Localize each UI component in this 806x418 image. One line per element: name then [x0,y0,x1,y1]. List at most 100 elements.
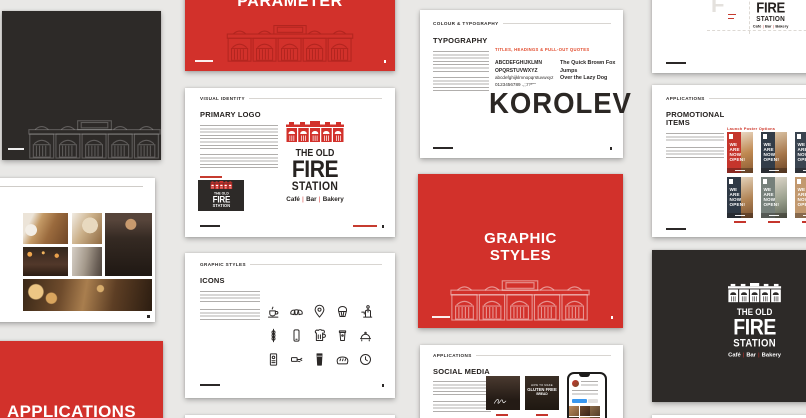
skewer-icon [266,328,281,343]
slide-photography [0,178,155,322]
photo-barista-portrait [105,213,152,276]
icon-set-grid [262,299,377,371]
logo-tagline: Café | Bar | Bakery [752,24,789,28]
measurement-note-red [728,18,734,19]
poster-logo-mark [797,134,801,139]
slide-typography: COLOUR & TYPOGRAPHY TYPOGRAPHY TITLES, H… [420,10,623,158]
clearspace-guide-h [707,30,806,31]
body-text-placeholder [200,291,260,304]
building-line-art [28,118,161,159]
page-number [147,315,150,318]
section-title: VISUAL IDENTITY [200,96,245,101]
ig-follow-button [572,399,587,403]
section-header: COLOUR & TYPOGRAPHY [433,21,611,26]
slide-promotional-items: APPLICATIONS PROMOTIONAL ITEMS Launch Po… [652,85,806,237]
ig-photo-grid [569,406,600,418]
launch-poster-3: WEARENOWOPEN! [795,132,806,173]
smartphone-icon [289,328,304,343]
logo-lockup-mini: THE OLD FIRE STATION [210,181,233,208]
section-title: APPLICATIONS [666,96,705,101]
poster-options-label: Launch Poster Options [727,126,775,131]
pint-glass-icon [312,352,327,367]
footer-microtext [433,147,453,149]
ig-profile-avatar [572,380,579,387]
ig-message-button [588,399,598,403]
logo-lockup-partial: THE OLD FIRE STATION Café | Bar | Bakery [752,0,789,29]
logo-tagline: Café | Bar | Bakery [285,196,345,203]
body-text-placeholder [200,154,278,169]
typeface-name: KOROLEV [489,90,632,119]
cloche-icon [358,328,373,343]
poster-logo-mark [729,134,733,139]
slide-icons: GRAPHIC STYLES ICONS [185,253,395,398]
photo-interior-lights [23,247,68,276]
body-text-placeholder [666,147,724,160]
slide-dark-logo: THE OLD FIRE STATION Café | Bar | Bakery [652,250,806,402]
slide-cover-dark [2,11,161,160]
logo-line-2: FIRE [289,159,342,181]
section-title: GRAPHIC STYLES [200,262,246,267]
slide-footer [433,147,612,150]
footer-microtext [195,60,213,62]
phone-mockup [567,372,607,418]
footer-microtext [666,228,686,230]
body-text-placeholder [433,51,489,73]
building-line-art [450,278,590,321]
slide-graphic-styles-cover: GRAPHIC STYLES [418,174,623,328]
slide-parameter: PARAMETER [185,0,395,71]
body-text-placeholder [200,125,278,150]
section-header: APPLICATIONS [666,96,806,101]
ig-bio-text [572,390,598,396]
measurement-note-red [728,14,736,15]
launch-poster-1: WEARENOWOPEN! [727,132,753,173]
poster-caption [802,221,806,223]
section-rule [503,23,611,24]
logo-lockup-primary: THE OLD FIRE STATION Café | Bar | Bakery [285,121,345,203]
page-number [384,60,387,63]
section-header: VISUAL IDENTITY [200,96,382,101]
section-rule [249,98,382,99]
section-title: COLOUR & TYPOGRAPHY [433,21,499,26]
section-rule [0,186,143,187]
logo-tagline: Café | Bar | Bakery [727,352,782,358]
poster-caption [768,221,780,223]
clearspace-guide-v [749,0,750,34]
slide-footer [432,316,613,319]
page-number [610,147,613,150]
poster-logo-mark [763,179,767,184]
footer-microtext [200,225,220,227]
poster-caption [734,221,746,223]
logo-building-icon [728,283,781,302]
graphic-styles-title: GRAPHIC STYLES [418,231,623,264]
body-text-placeholder [433,381,491,397]
page-number [611,316,614,319]
post-caption [536,414,548,416]
footer-microtext [200,384,220,386]
footer-microtext [432,316,450,318]
slide-primary-logo: VISUAL IDENTITY PRIMARY LOGO THE OLD FIR… [185,88,395,237]
pangram: The Quick Brown Fox Jumps Over the Lazy … [560,60,623,83]
logo-lockup-reversed: THE OLD FIRE STATION Café | Bar | Bakery [727,283,782,358]
poster-logo-mark [729,179,733,184]
bread-icon [335,352,350,367]
slide-footer [200,384,384,387]
applications-cover-title: APPLICATIONS [7,403,136,418]
poster-logo-mark [763,134,767,139]
poster-logo-mark [797,179,801,184]
card-payment-icon [289,352,304,367]
post-caption [496,414,508,416]
bartender-icon [358,304,373,319]
specimen-caps-1: ABCDEFGHIJKLMN [495,60,553,68]
type-usage-label: TITLES, HEADINGS & PULL-OUT QUOTES [495,47,589,52]
body-text-placeholder [200,309,260,322]
grid-reference-letter: F [711,0,724,16]
social-post-barista [486,376,520,410]
photo-bar-wide [23,279,152,311]
slide-heading: PRIMARY LOGO [200,111,261,119]
footer-note-red [353,225,377,227]
slide-applications-cover: APPLICATIONS [0,341,163,418]
slide-logo-construction: F THE OLD FIRE STATION Café | Bar | Bake… [652,0,806,73]
menu-icon [266,352,281,367]
reversed-logo-box: THE OLD FIRE STATION [198,180,244,211]
slide-social-media: APPLICATIONS SOCIAL MEDIA HOW TO MAKE GL… [420,345,623,418]
